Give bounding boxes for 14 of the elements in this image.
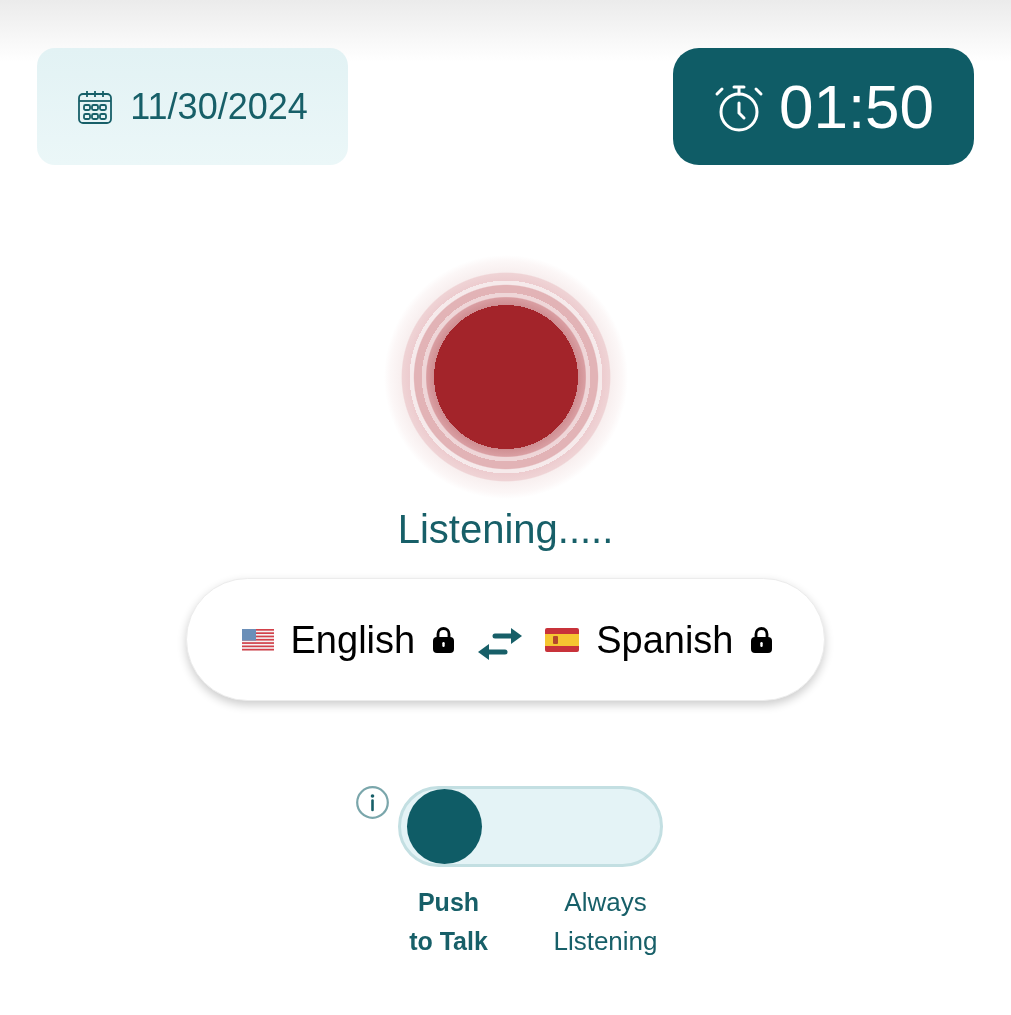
spain-flag-icon (545, 627, 580, 652)
mode-label[interactable]: Always Listening (540, 883, 671, 961)
status-text: Listening..... (397, 506, 614, 553)
date-text: 11/30/2024 (130, 84, 308, 129)
swap-icon (477, 625, 524, 662)
timer-text: 01:50 (778, 71, 935, 142)
swap-button[interactable] (477, 625, 524, 662)
us-flag-icon (241, 628, 274, 651)
switch-knob[interactable] (406, 789, 482, 864)
calendar-icon (77, 88, 114, 125)
language-name: Spanish (596, 617, 734, 663)
mode-label[interactable]: Push to Talk (406, 883, 491, 961)
language-name: English (290, 617, 416, 663)
info-icon[interactable] (355, 786, 389, 819)
